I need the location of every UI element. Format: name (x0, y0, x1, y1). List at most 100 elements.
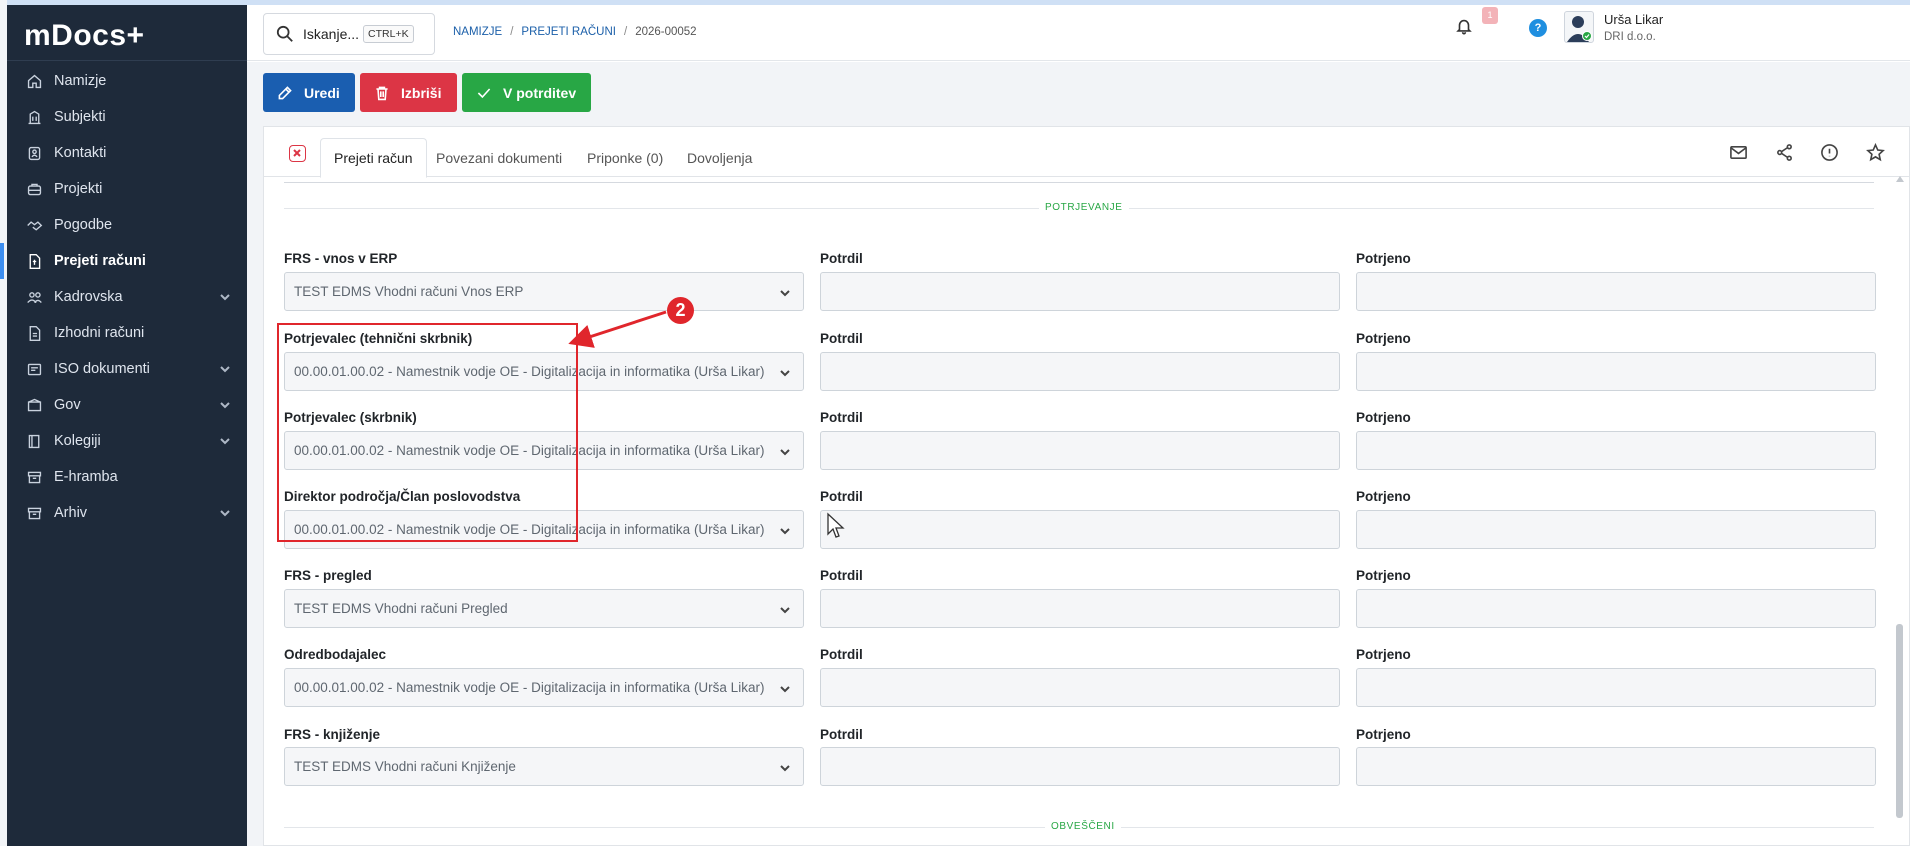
column-label-potrjeno: Potrjeno (1356, 331, 1411, 346)
favorite-button[interactable] (1866, 142, 1886, 163)
breadcrumb-current: 2026-00052 (635, 26, 697, 38)
bell-icon (1456, 19, 1472, 35)
chevron-down-icon (779, 525, 791, 537)
archive-icon (25, 468, 43, 486)
scroll-up-arrow[interactable] (1896, 176, 1904, 182)
column-label-potrjeno: Potrjeno (1356, 410, 1411, 425)
potrjeno-field (1356, 431, 1876, 470)
sidebar-item-label: Pogodbe (54, 217, 113, 233)
breadcrumb-prejeti-racuni[interactable]: PREJETI RAČUNI (521, 26, 616, 38)
people-icon (25, 288, 43, 306)
potrdil-field (820, 510, 1340, 549)
archive-box-icon (25, 504, 43, 522)
send-to-confirmation-button[interactable]: V potrditev (462, 73, 591, 112)
potrjeno-field (1356, 510, 1876, 549)
action-toolbar: Uredi Izbriši V potrditev (247, 62, 1910, 126)
sidebar-item-label: Kontakti (54, 145, 107, 161)
document-icon (25, 324, 43, 342)
chevron-down-icon (779, 762, 791, 774)
breadcrumb-namizje[interactable]: NAMIZJE (453, 26, 502, 38)
scrollbar-thumb[interactable] (1896, 624, 1903, 818)
delete-button[interactable]: Izbriši (360, 73, 457, 112)
sidebar-item-projekti[interactable]: Projekti (7, 171, 247, 207)
sidebar-item-kontakti[interactable]: Kontakti (7, 135, 247, 171)
column-label-potrdil: Potrdil (820, 647, 863, 662)
select-value: TEST EDMS Vhodni računi Pregled (294, 601, 508, 616)
potrjeno-field (1356, 668, 1876, 707)
search-placeholder: Iskanje... (303, 26, 360, 42)
sidebar-item-kolegiji[interactable]: Kolegiji (7, 423, 247, 459)
potrdil-field (820, 589, 1340, 628)
info-icon (1821, 144, 1838, 161)
sidebar-item-e-hramba[interactable]: E-hramba (7, 459, 247, 495)
annotation-arrow (568, 310, 667, 348)
info-button[interactable] (1820, 143, 1840, 163)
sidebar-item-label: Prejeti računi (54, 253, 146, 269)
invoice-icon (25, 252, 43, 270)
column-label-potrjeno: Potrjeno (1356, 251, 1411, 266)
potrdil-field (820, 352, 1340, 391)
tab-povezani-dokumenti[interactable]: Povezani dokumenti (423, 138, 575, 178)
sidebar-item-label: Projekti (54, 181, 103, 197)
select-frs-knjizenje[interactable]: TEST EDMS Vhodni računi Knjiženje (284, 747, 804, 786)
annotation-highlight-box (277, 323, 578, 542)
chevron-down-icon (779, 446, 791, 458)
previous-field-edge (284, 182, 1874, 183)
select-frs-vnos[interactable]: TEST EDMS Vhodni računi Vnos ERP (284, 272, 804, 311)
chevron-down-icon (219, 363, 231, 375)
left-gap (0, 0, 7, 846)
sidebar-item-prejeti-racuni[interactable]: Prejeti računi (0, 243, 247, 279)
search-shortcut: CTRL+K (363, 25, 414, 43)
select-value: TEST EDMS Vhodni računi Knjiženje (294, 759, 516, 774)
chevron-down-icon (219, 435, 231, 447)
email-button[interactable] (1729, 143, 1749, 163)
column-label-potrdil: Potrdil (820, 331, 863, 346)
sidebar-item-izhodni-racuni[interactable]: Izhodni računi (7, 315, 247, 351)
sidebar-item-label: Kolegiji (54, 433, 101, 449)
avatar[interactable] (1564, 11, 1594, 43)
sidebar-item-label: Arhiv (54, 505, 88, 521)
scrollbar[interactable] (1896, 176, 1904, 844)
share-button[interactable] (1775, 143, 1795, 163)
sidebar-item-pogodbe[interactable]: Pogodbe (7, 207, 247, 243)
potrjeno-field (1356, 589, 1876, 628)
checkmark-icon (477, 87, 491, 98)
select-value: TEST EDMS Vhodni računi Vnos ERP (294, 284, 524, 299)
close-document-button[interactable] (289, 145, 306, 162)
sidebar-item-arhiv[interactable]: Arhiv (7, 495, 247, 531)
select-odredbodajalec[interactable]: 00.00.01.00.02 - Namestnik vodje OE - Di… (284, 668, 804, 707)
confirm-button-label: V potrditev (503, 84, 577, 101)
potrjeno-field (1356, 272, 1876, 311)
app-logo[interactable]: mDocs+ (7, 5, 247, 61)
search-input[interactable]: Iskanje... CTRL+K (263, 13, 435, 55)
tab-priponke[interactable]: Priponke (0) (574, 138, 676, 178)
column-label-potrjeno: Potrjeno (1356, 489, 1411, 504)
help-button[interactable]: ? (1529, 19, 1547, 37)
sidebar-item-iso-dokumenti[interactable]: ISO dokumenti (7, 351, 247, 387)
select-frs-pregled[interactable]: TEST EDMS Vhodni računi Pregled (284, 589, 804, 628)
share-icon (1777, 144, 1792, 161)
tab-dovoljenja[interactable]: Dovoljenja (674, 138, 765, 178)
sidebar-item-namizje[interactable]: Namizje (7, 63, 247, 99)
edit-icon (278, 85, 292, 99)
briefcase-icon (25, 180, 43, 198)
user-name[interactable]: Urša Likar (1604, 12, 1663, 27)
field-label-frs-knjizenje: FRS - knjiženje (284, 727, 381, 742)
user-avatar-icon (1567, 16, 1592, 42)
potrjeno-field (1356, 747, 1876, 786)
sidebar-item-kadrovska[interactable]: Kadrovska (7, 279, 247, 315)
select-value: 00.00.01.00.02 - Namestnik vodje OE - Di… (294, 680, 765, 695)
tab-bar: Prejeti račun Povezani dokumenti Priponk… (264, 127, 1910, 178)
edit-button-label: Uredi (304, 84, 340, 101)
sidebar-item-subjekti[interactable]: Subjekti (7, 99, 247, 135)
tab-prejeti-racun[interactable]: Prejeti račun (320, 138, 427, 178)
notifications-button[interactable] (1455, 17, 1477, 39)
sidebar-nav: Namizje Subjekti Kontakti Projekti Pogod… (0, 61, 247, 531)
column-label-potrdil: Potrdil (820, 568, 863, 583)
sidebar-item-label: Izhodni računi (54, 325, 145, 341)
section-title-potrjevanje: POTRJEVANJE (1039, 202, 1129, 213)
potrjeno-field (1356, 352, 1876, 391)
edit-button[interactable]: Uredi (263, 73, 355, 112)
sidebar-item-gov[interactable]: Gov (7, 387, 247, 423)
delete-button-label: Izbriši (401, 84, 442, 101)
